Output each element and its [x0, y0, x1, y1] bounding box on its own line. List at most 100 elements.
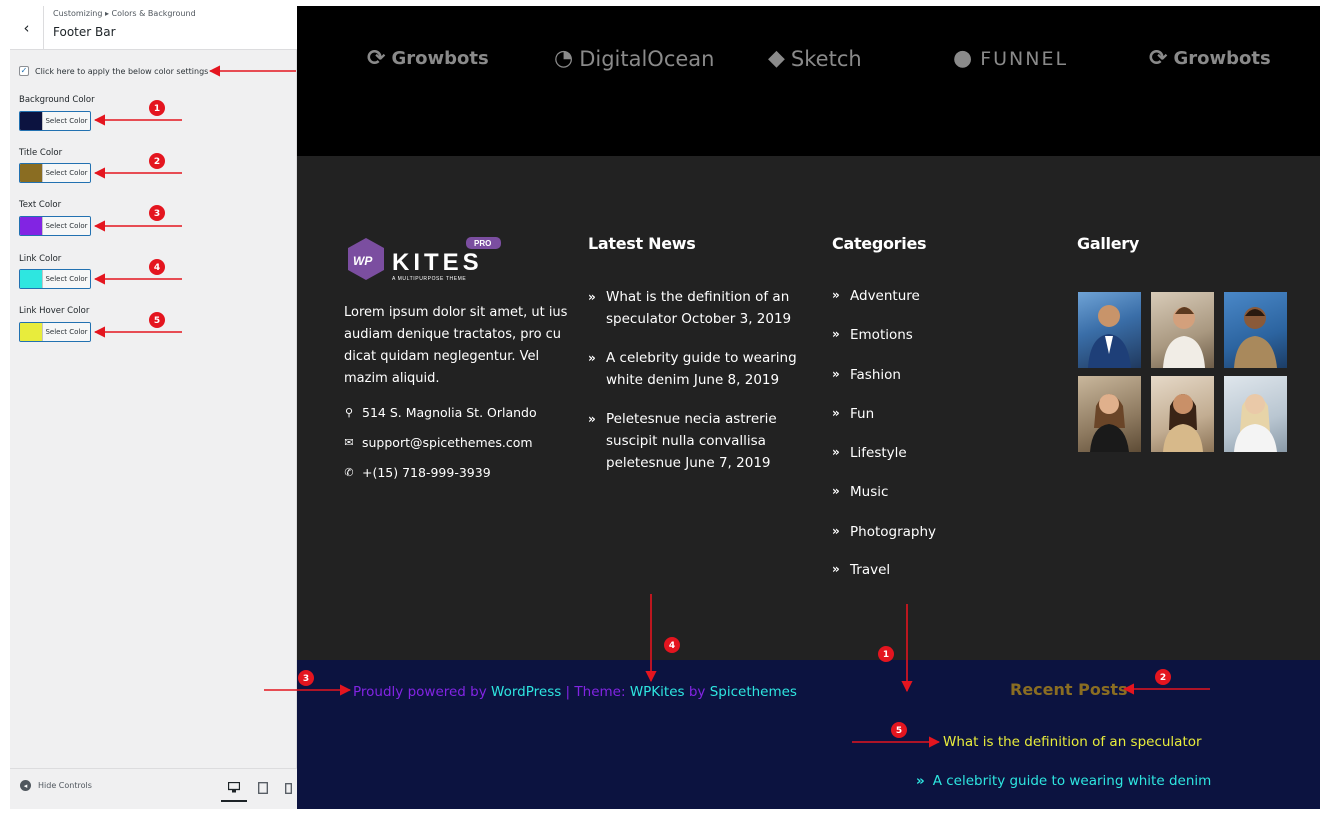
- select-color-label: Select Color: [42, 112, 90, 130]
- category-item[interactable]: » Adventure: [832, 288, 920, 304]
- color-swatch: [20, 164, 42, 182]
- customizer-footer: ◂ Hide Controls: [10, 768, 297, 809]
- contact-phone: ✆ +(15) 718-999-3939: [344, 465, 491, 480]
- news-item[interactable]: » A celebrity guide to wearing white deni…: [588, 347, 803, 391]
- double-chevron-icon: »: [832, 288, 840, 302]
- latest-news-title: Latest News: [588, 234, 696, 253]
- desktop-icon: [228, 781, 240, 792]
- footer-bar: Proudly powered by WordPress | Theme: WP…: [297, 660, 1320, 809]
- customizer-sidebar: ‹ Customizing ▸ Colors & Background Foot…: [10, 6, 297, 809]
- gallery-title: Gallery: [1077, 234, 1139, 253]
- section-title: Footer Bar: [53, 25, 116, 39]
- select-color-label: Select Color: [42, 164, 90, 182]
- color-swatch: [20, 112, 42, 130]
- wpkites-logo: WP KITES PRO A MULTIPURPOSE THEME: [348, 237, 501, 282]
- copyright-prefix: Proudly powered by: [353, 684, 492, 700]
- double-chevron-icon: »: [588, 351, 596, 365]
- select-color-label: Select Color: [42, 217, 90, 235]
- back-button[interactable]: ‹: [10, 6, 44, 50]
- categories-title: Categories: [832, 234, 927, 253]
- color-swatch: [20, 323, 42, 341]
- growbots-icon: ⟳: [367, 46, 386, 71]
- color-swatch: [20, 217, 42, 235]
- copyright-text: Proudly powered by WordPress | Theme: WP…: [353, 684, 797, 700]
- screenshot: ‹ Customizing ▸ Colors & Background Foot…: [0, 0, 1330, 815]
- sketch-icon: ◆: [768, 46, 785, 71]
- recent-posts-title: Recent Posts: [1010, 680, 1128, 699]
- link-color-button[interactable]: Select Color: [19, 269, 91, 289]
- copyright-separator: | Theme:: [561, 684, 630, 700]
- collapse-icon: ◂: [20, 780, 31, 791]
- desktop-preview-button[interactable]: [221, 774, 247, 802]
- category-item[interactable]: » Fashion: [832, 367, 901, 383]
- phone-icon: ✆: [344, 466, 354, 479]
- apply-color-checkbox[interactable]: ✓: [19, 66, 29, 76]
- double-chevron-icon: »: [588, 412, 596, 426]
- gallery-image[interactable]: [1224, 292, 1287, 368]
- svg-text:WP: WP: [353, 254, 373, 268]
- gallery-image[interactable]: [1078, 292, 1141, 368]
- funnel-icon: ●: [953, 46, 975, 71]
- client-logo: ⟳ Growbots: [367, 46, 489, 71]
- footer-widgets: WP KITES PRO A MULTIPURPOSE THEME Lorem …: [297, 156, 1320, 660]
- double-chevron-icon: »: [832, 484, 840, 498]
- contact-address: ⚲ 514 S. Magnolia St. Orlando: [344, 405, 537, 420]
- map-pin-icon: ⚲: [344, 406, 354, 419]
- text-color-label: Text Color: [19, 200, 62, 210]
- link-color-label: Link Color: [19, 254, 62, 264]
- color-swatch: [20, 270, 42, 288]
- client-logo: ◆ Sketch: [768, 46, 862, 71]
- select-color-label: Select Color: [42, 323, 90, 341]
- double-chevron-icon: »: [832, 367, 840, 381]
- client-logo: ◔ DigitalOcean: [554, 46, 715, 71]
- text-color-button[interactable]: Select Color: [19, 216, 91, 236]
- tablet-preview-button[interactable]: [250, 774, 276, 802]
- mobile-icon: [285, 782, 292, 794]
- news-item[interactable]: » What is the definition of an speculator…: [588, 286, 803, 330]
- background-color-button[interactable]: Select Color: [19, 111, 91, 131]
- author-link[interactable]: Spicethemes: [710, 684, 797, 700]
- double-chevron-icon: »: [832, 327, 840, 341]
- gallery-image[interactable]: [1078, 376, 1141, 452]
- gallery-image[interactable]: [1224, 376, 1287, 452]
- double-chevron-icon: »: [832, 524, 840, 538]
- gallery-image[interactable]: [1151, 376, 1214, 452]
- growbots-icon: ⟳: [1149, 46, 1168, 71]
- title-color-button[interactable]: Select Color: [19, 163, 91, 183]
- category-item[interactable]: » Music: [832, 484, 888, 500]
- link-hover-color-button[interactable]: Select Color: [19, 322, 91, 342]
- category-item[interactable]: » Fun: [832, 406, 874, 422]
- tablet-icon: [258, 782, 268, 794]
- digitalocean-icon: ◔: [554, 46, 574, 71]
- contact-email[interactable]: ✉ support@spicethemes.com: [344, 435, 532, 450]
- hide-controls-label: Hide Controls: [38, 781, 92, 790]
- site-preview: ⟳ Growbots ◔ DigitalOcean ◆ Sketch ● FUNNEL …: [297, 6, 1320, 809]
- double-chevron-icon: »: [832, 445, 840, 459]
- double-chevron-icon: »: [916, 773, 925, 789]
- breadcrumb: Customizing ▸ Colors & Background: [53, 9, 196, 18]
- mobile-preview-button[interactable]: [280, 774, 297, 802]
- double-chevron-icon: »: [832, 406, 840, 420]
- recent-post-link[interactable]: » A celebrity guide to wearing white deni…: [916, 773, 1211, 789]
- apply-color-settings-row[interactable]: ✓ Click here to apply the below color se…: [19, 66, 208, 76]
- svg-text:PRO: PRO: [474, 239, 491, 248]
- category-item[interactable]: » Emotions: [832, 327, 913, 343]
- envelope-icon: ✉: [344, 436, 354, 449]
- hide-controls-button[interactable]: ◂ Hide Controls: [20, 780, 92, 791]
- chevron-left-icon: ‹: [23, 19, 30, 37]
- background-color-label: Background Color: [19, 95, 95, 105]
- recent-post-link-hovered[interactable]: What is the definition of an speculator: [943, 734, 1202, 750]
- copyright-by: by: [684, 684, 710, 700]
- category-item[interactable]: » Lifestyle: [832, 445, 907, 461]
- category-item[interactable]: » Photography: [832, 524, 936, 540]
- category-item[interactable]: » Travel: [832, 562, 890, 578]
- double-chevron-icon: »: [588, 290, 596, 304]
- title-color-label: Title Color: [19, 148, 63, 158]
- client-logos-strip: ⟳ Growbots ◔ DigitalOcean ◆ Sketch ● FUNNEL …: [297, 6, 1320, 156]
- news-item[interactable]: » Peletesnue necia astrerie suscipit null…: [588, 408, 803, 474]
- gallery-image[interactable]: [1151, 292, 1214, 368]
- wordpress-link[interactable]: WordPress: [491, 684, 561, 700]
- client-logo: ⟳ Growbots: [1149, 46, 1271, 71]
- theme-link[interactable]: WPKites: [630, 684, 685, 700]
- link-hover-color-label: Link Hover Color: [19, 306, 90, 316]
